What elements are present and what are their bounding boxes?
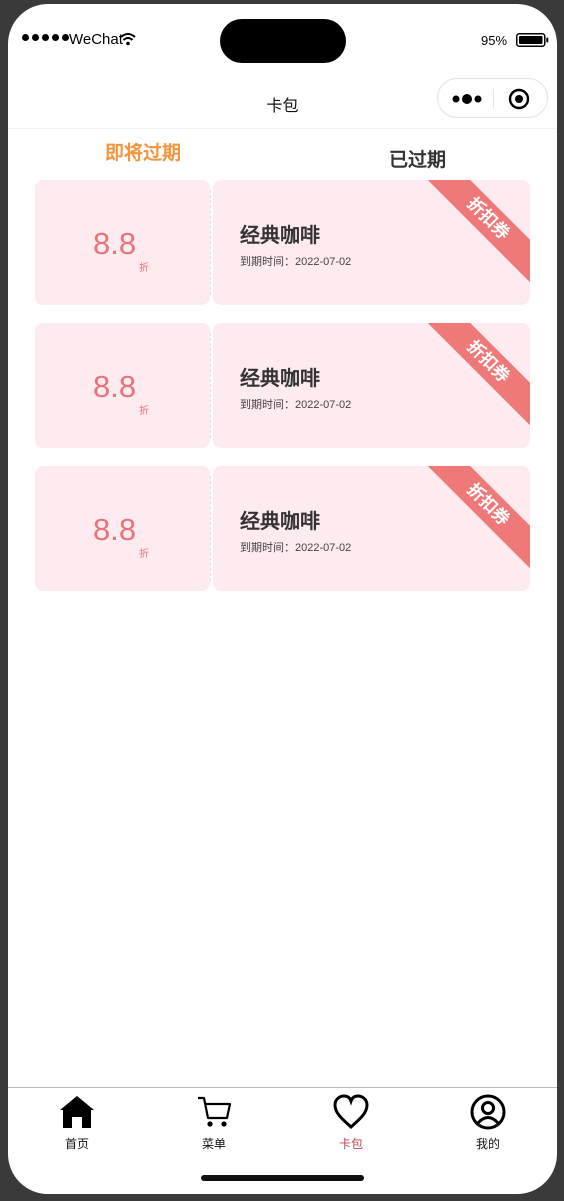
carrier-label: WeChat [69, 31, 123, 48]
tabbar-item-menu[interactable]: 菜单 [179, 1093, 249, 1153]
tabbar-label: 我的 [475, 1137, 500, 1151]
capsule-divider [493, 89, 494, 109]
tabbar-divider [8, 1087, 557, 1088]
tabbar-label: 菜单 [201, 1137, 226, 1151]
tabbar-label: 首页 [64, 1137, 89, 1151]
coupon-expiry: 到期时间：2022-07-02 [240, 256, 352, 268]
tab-expired[interactable]: 已过期 [389, 145, 446, 172]
coupon-name: 经典咖啡 [240, 368, 320, 390]
battery-percent: 95% [481, 33, 508, 48]
discount-value: 8.8 [93, 226, 137, 261]
home-icon [60, 1096, 94, 1128]
coupon-card[interactable]: 8.8 折 经典咖啡 到期时间：2022-07-02 折扣券 [35, 180, 530, 305]
tabbar-item-mine[interactable]: 我的 [453, 1093, 523, 1153]
target-circle-icon[interactable] [508, 88, 530, 110]
coupon-info-panel: 经典咖啡 到期时间：2022-07-02 折扣券 [213, 180, 530, 305]
coupon-card[interactable]: 8.8 折 经典咖啡 到期时间：2022-07-02 折扣券 [35, 466, 530, 591]
mini-program-capsule [437, 78, 548, 118]
coupon-discount-panel: 8.8 折 [35, 466, 210, 591]
coupon-type-ribbon: 折扣券 [424, 180, 530, 283]
coupon-type-ribbon: 折扣券 [424, 323, 530, 426]
status-bar: WeChat 95% [8, 4, 557, 76]
header-divider [8, 128, 557, 129]
camera-notch [220, 19, 346, 63]
heart-icon [333, 1094, 369, 1130]
battery-icon [516, 33, 549, 47]
discount-unit: 折 [139, 406, 149, 417]
coupon-name: 经典咖啡 [240, 225, 320, 247]
wifi-icon [120, 33, 136, 46]
coupon-type-ribbon: 折扣券 [424, 466, 530, 569]
coupon-discount-panel: 8.8 折 [35, 180, 210, 305]
tab-expiring-soon[interactable]: 即将过期 [105, 138, 181, 165]
coupon-card[interactable]: 8.8 折 经典咖啡 到期时间：2022-07-02 折扣券 [35, 323, 530, 448]
discount-unit: 折 [139, 549, 149, 560]
home-indicator [201, 1175, 364, 1181]
tabbar-label: 卡包 [338, 1137, 363, 1151]
discount-value: 8.8 [93, 512, 137, 547]
coupon-info-panel: 经典咖啡 到期时间：2022-07-02 折扣券 [213, 323, 530, 448]
coupon-discount-panel: 8.8 折 [35, 323, 210, 448]
discount-value: 8.8 [93, 369, 137, 404]
signal-dots-icon [22, 34, 69, 41]
more-dots-icon[interactable] [452, 93, 482, 105]
tabbar-item-wallet[interactable]: 卡包 [316, 1093, 386, 1153]
coupon-expiry: 到期时间：2022-07-02 [240, 542, 352, 554]
user-circle-icon [470, 1094, 506, 1130]
coupon-name: 经典咖啡 [240, 511, 320, 533]
coupon-info-panel: 经典咖啡 到期时间：2022-07-02 折扣券 [213, 466, 530, 591]
coupon-expiry: 到期时间：2022-07-02 [240, 399, 352, 411]
cart-icon [198, 1096, 232, 1127]
discount-unit: 折 [139, 263, 149, 274]
tabbar-item-home[interactable]: 首页 [42, 1093, 112, 1153]
phone-screen: WeChat 95% 卡包 即将过期 已过期 8.8 折 经典咖啡 到期时间：2… [8, 4, 557, 1194]
